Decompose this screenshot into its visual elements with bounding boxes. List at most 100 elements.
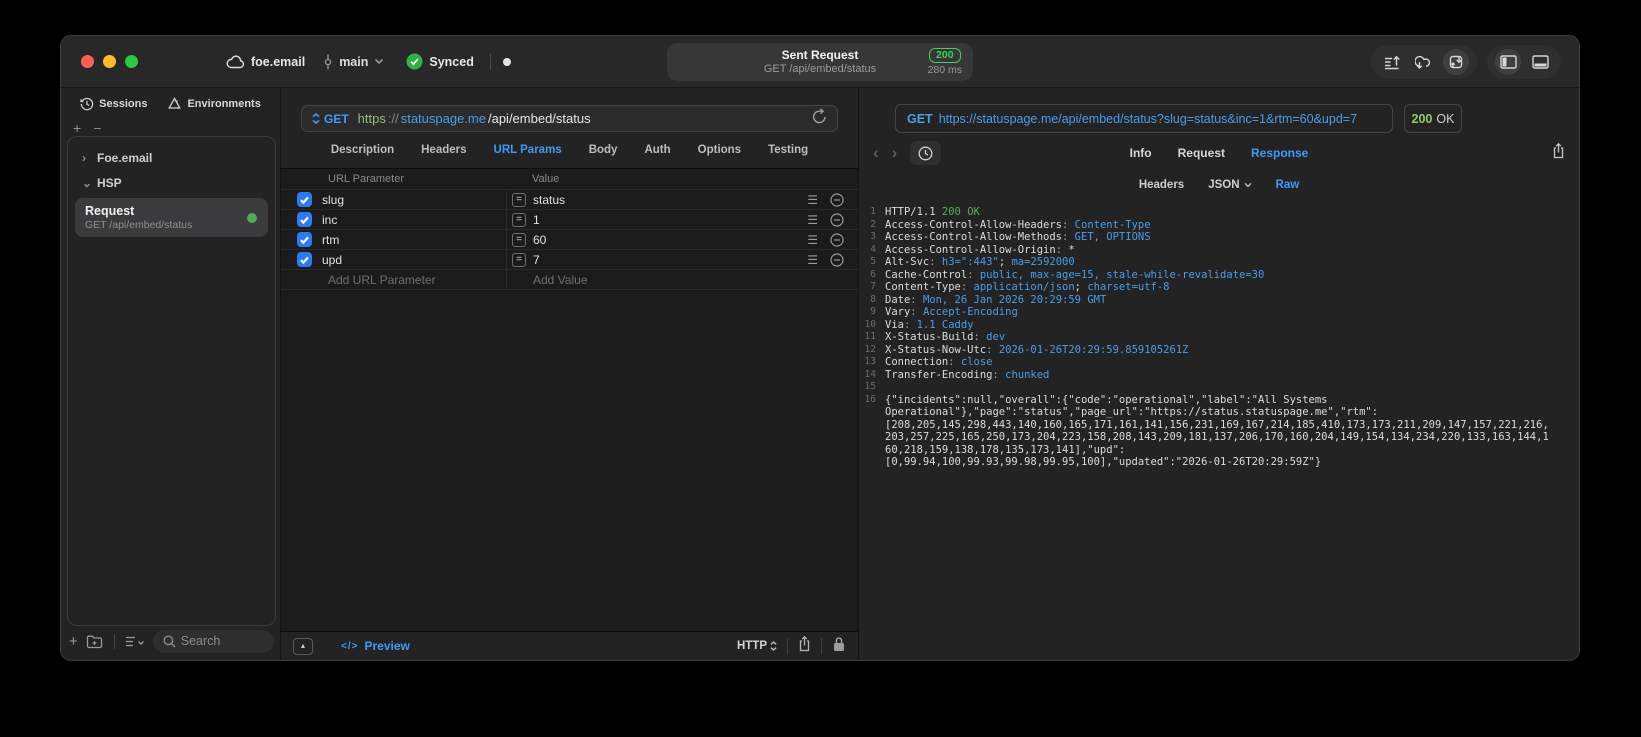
code-line: 7 Content-Type: application/json; charset… xyxy=(870,281,1170,293)
reorder-handle-icon[interactable]: ☰ xyxy=(807,213,818,227)
chevron-up-down-icon xyxy=(312,113,320,124)
request-item-selected[interactable]: Request GET /api/embed/status xyxy=(75,198,268,238)
param-value[interactable]: 7 xyxy=(533,253,540,267)
code-line: 16 {"incidents":null,"overall":{"code":"o… xyxy=(864,393,1328,406)
tab-request[interactable]: Request xyxy=(1178,146,1225,160)
close-window-button[interactable] xyxy=(81,55,94,68)
tree-item-foe-email[interactable]: › Foe.email xyxy=(68,145,275,170)
code-line: 11 X-Status-Build: dev xyxy=(864,331,1006,343)
param-checkbox[interactable] xyxy=(297,232,312,247)
tab-info[interactable]: Info xyxy=(1130,146,1152,160)
remove-param-icon[interactable] xyxy=(830,232,844,247)
equals-icon: = xyxy=(512,212,526,227)
new-folder-icon[interactable] xyxy=(86,634,104,649)
search-placeholder: Search xyxy=(180,634,221,648)
import-export-button[interactable] xyxy=(1379,49,1405,75)
tab-auth[interactable]: Auth xyxy=(644,144,670,156)
remove-session-button[interactable]: − xyxy=(93,120,101,136)
chevron-down-icon xyxy=(375,58,384,65)
add-session-button[interactable]: + xyxy=(73,120,81,136)
add-param-row[interactable]: Add URL Parameter Add Value xyxy=(281,270,858,290)
check-icon xyxy=(300,256,309,264)
param-name[interactable]: slug xyxy=(322,193,344,207)
new-request-button[interactable]: + xyxy=(69,634,78,649)
environments-icon xyxy=(168,97,182,109)
toggle-bottom-panel-button[interactable] xyxy=(1527,49,1553,75)
param-checkbox[interactable] xyxy=(297,192,312,207)
url-bar[interactable]: GET https://statuspage.me/api/embed/stat… xyxy=(301,105,838,132)
minimize-window-button[interactable] xyxy=(103,55,116,68)
panel-bottom-icon xyxy=(1531,55,1549,69)
share-request-button[interactable] xyxy=(798,635,811,657)
url-host: statuspage.me xyxy=(400,111,486,126)
response-subtabs: Headers JSON Raw xyxy=(859,173,1579,197)
subtab-json[interactable]: JSON xyxy=(1208,179,1252,191)
share-icon xyxy=(799,635,810,651)
reorder-handle-icon[interactable]: ☰ xyxy=(807,253,818,267)
http-version-selector[interactable]: HTTP xyxy=(737,640,777,652)
app-window: foe.email main Synced Sent Request GET /… xyxy=(60,35,1580,661)
sent-request-pill[interactable]: Sent Request GET /api/embed/status 200 2… xyxy=(667,43,973,81)
param-name[interactable]: rtm xyxy=(322,233,339,247)
param-value[interactable]: status xyxy=(533,193,565,207)
loop-arrow-icon xyxy=(1415,55,1431,69)
method-selector[interactable] xyxy=(312,113,320,124)
sidebar-left-icon xyxy=(1499,55,1517,69)
tree-item-hsp[interactable]: ⌄ HSP xyxy=(68,170,275,195)
tab-description[interactable]: Description xyxy=(331,144,394,156)
remove-param-icon[interactable] xyxy=(830,192,844,207)
code-line: 8 Date: Mon, 26 Jan 2026 20:29:59 GMT xyxy=(870,293,1107,306)
subtab-raw[interactable]: Raw xyxy=(1276,179,1300,191)
move-to-window-button[interactable] xyxy=(1443,49,1469,75)
code-line: 9 Vary: Accept-Encoding xyxy=(870,306,1018,318)
resend-button[interactable] xyxy=(812,108,827,129)
param-value[interactable]: 1 xyxy=(533,213,540,227)
subtab-headers[interactable]: Headers xyxy=(1139,179,1184,191)
chevron-icon: › xyxy=(82,150,86,165)
preview-button[interactable]: </> Preview xyxy=(341,639,410,653)
code-line: 5 Alt-Svc: h3=":443"; ma=2592000 xyxy=(870,256,1075,268)
param-row-rtm[interactable]: rtm = 60 ☰ xyxy=(281,230,858,250)
tab-response[interactable]: Response xyxy=(1251,146,1308,160)
collapse-panel-button[interactable]: ▲ xyxy=(293,637,313,655)
tab-testing[interactable]: Testing xyxy=(768,144,808,156)
remove-param-icon[interactable] xyxy=(830,252,844,267)
param-row-upd[interactable]: upd = 7 ☰ xyxy=(281,250,858,270)
equals-icon: = xyxy=(512,192,526,207)
reorder-handle-icon[interactable]: ☰ xyxy=(807,193,818,207)
param-checkbox[interactable] xyxy=(297,252,312,267)
param-value[interactable]: 60 xyxy=(533,233,546,247)
remove-param-icon[interactable] xyxy=(830,212,844,227)
code-line: 1 HTTP/1.1 200 OK xyxy=(870,206,980,218)
sync-status[interactable]: Synced xyxy=(406,53,474,70)
response-tabs: Info Request Response xyxy=(859,146,1579,160)
check-icon xyxy=(300,216,309,224)
response-raw-view[interactable]: 1 HTTP/1.1 200 OK 2 Access-Control-Allow-He… xyxy=(859,197,1579,660)
branch-selector[interactable]: main xyxy=(323,54,384,70)
sync-pull-button[interactable] xyxy=(1411,49,1437,75)
equals-icon: = xyxy=(512,232,526,247)
tab-url-params[interactable]: URL Params xyxy=(494,144,562,156)
param-name[interactable]: upd xyxy=(322,253,342,267)
zoom-window-button[interactable] xyxy=(125,55,138,68)
cloud-icon xyxy=(226,54,245,68)
lock-button[interactable] xyxy=(832,636,846,657)
tab-sessions[interactable]: Sessions xyxy=(80,97,147,111)
search-input[interactable]: Search xyxy=(152,629,274,653)
tab-body[interactable]: Body xyxy=(589,144,618,156)
titlebar-divider xyxy=(489,53,491,70)
reorder-handle-icon[interactable]: ☰ xyxy=(807,233,818,247)
param-row-slug[interactable]: slug = status ☰ xyxy=(281,190,858,210)
add-url-parameter-placeholder: Add URL Parameter xyxy=(328,272,436,287)
tab-options[interactable]: Options xyxy=(698,144,741,156)
param-row-inc[interactable]: inc = 1 ☰ xyxy=(281,210,858,230)
param-name[interactable]: inc xyxy=(322,213,337,227)
tab-environments[interactable]: Environments xyxy=(167,97,261,111)
sort-list-icon[interactable] xyxy=(125,635,145,648)
project-menu[interactable]: foe.email xyxy=(226,55,305,69)
param-checkbox[interactable] xyxy=(297,212,312,227)
toggle-sidebar-button[interactable] xyxy=(1495,49,1521,75)
titlebar-actions xyxy=(1371,45,1561,79)
sent-request-url[interactable]: GET https://statuspage.me/api/embed/stat… xyxy=(895,104,1393,133)
tab-headers[interactable]: Headers xyxy=(421,144,466,156)
